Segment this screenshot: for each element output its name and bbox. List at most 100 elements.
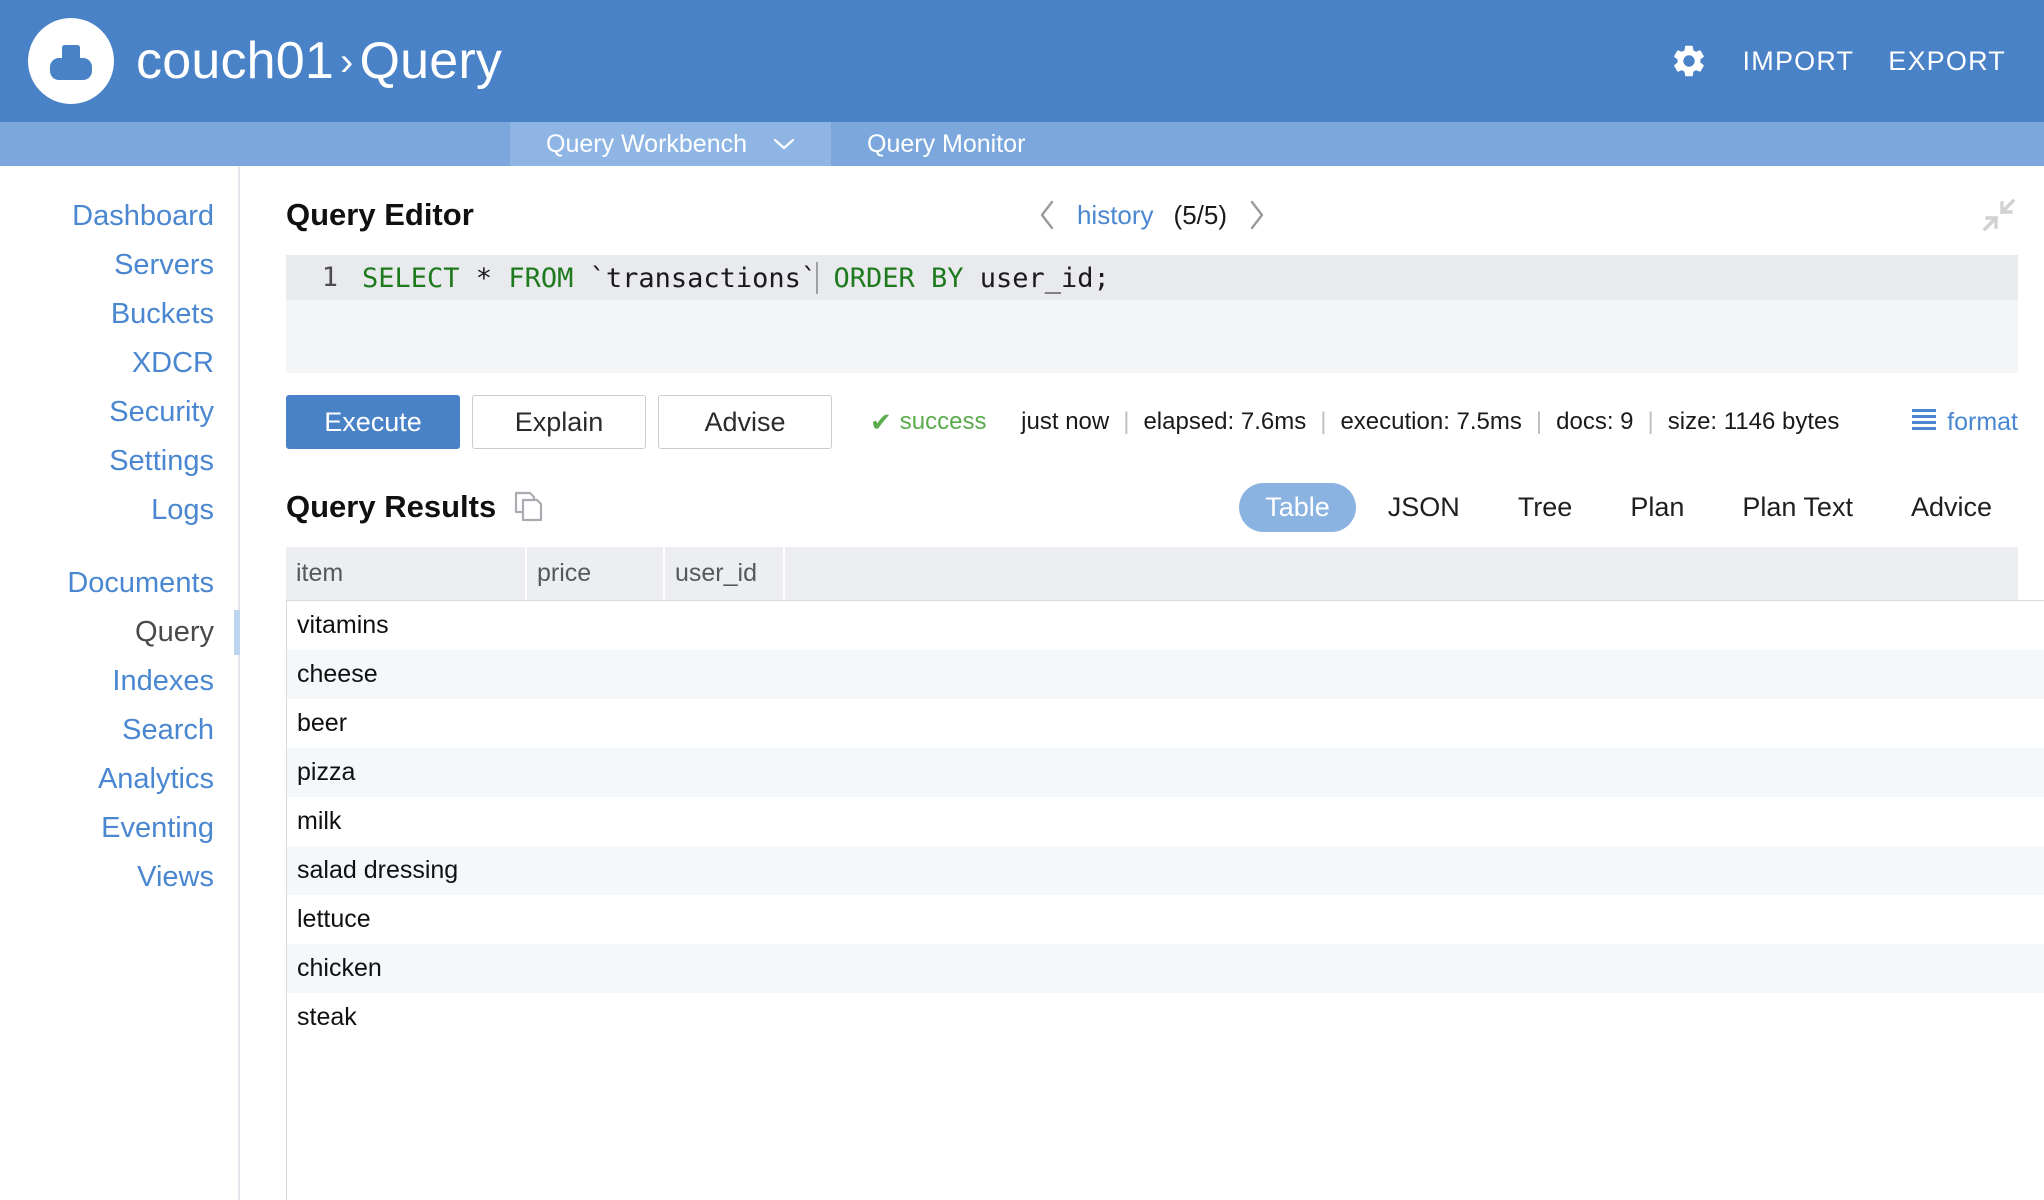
query-results-panel: item price user_id vitamins cheese beer … <box>286 547 2044 1200</box>
results-grid-host: vitamins 2.99 50 cheese 2.5 100 beer <box>286 600 2044 1200</box>
cell-item: milk <box>297 807 342 835</box>
sidebar-item-logs[interactable]: Logs <box>0 486 238 535</box>
collapse-arrows-icon[interactable] <box>1982 198 2016 232</box>
chevron-left-icon[interactable] <box>1037 199 1057 231</box>
column-header-user-id[interactable]: user_id <box>664 547 785 600</box>
sidebar: Dashboard Servers Buckets XDCR Security … <box>0 166 240 1200</box>
table-row[interactable]: pizza 12.53 100 <box>287 748 2044 797</box>
advise-button[interactable]: Advise <box>658 395 832 449</box>
format-button[interactable]: format <box>1911 408 2018 437</box>
sidebar-item-documents[interactable]: Documents <box>0 559 238 608</box>
header-actions: IMPORT EXPORT <box>1669 41 2006 81</box>
chevron-right-icon[interactable] <box>1247 199 1267 231</box>
tab-query-workbench[interactable]: Query Workbench <box>510 122 832 166</box>
tabstrip-spacer <box>0 122 510 166</box>
query-status-bar: ✔ success just now | elapsed: 7.6ms | ex… <box>870 407 2018 438</box>
result-tab-tree[interactable]: Tree <box>1492 483 1599 532</box>
cell-item: salad dressing <box>297 856 459 884</box>
sql-keyword-order-by: ORDER BY <box>833 262 964 294</box>
import-button[interactable]: IMPORT <box>1743 46 1855 77</box>
couchbase-logo-icon <box>28 18 114 104</box>
sidebar-item-indexes[interactable]: Indexes <box>0 657 238 706</box>
sidebar-item-xdcr[interactable]: XDCR <box>0 339 238 388</box>
brand[interactable]: couch01 › Query <box>28 18 502 104</box>
results-table: vitamins 2.99 50 cheese 2.5 100 beer <box>287 601 2044 1042</box>
sidebar-item-eventing[interactable]: Eventing <box>0 804 238 853</box>
table-row[interactable]: chicken 4.32 102 <box>287 944 2044 993</box>
column-header-empty <box>784 547 2018 600</box>
cell-item: beer <box>297 709 348 737</box>
cell-item: steak <box>297 1003 357 1031</box>
top-header-bar: couch01 › Query IMPORT EXPORT <box>0 0 2044 122</box>
chevron-down-icon[interactable] <box>773 137 795 151</box>
table-row[interactable]: cheese 2.5 100 <box>287 650 2044 699</box>
page-body: Dashboard Servers Buckets XDCR Security … <box>0 166 2044 1200</box>
status-spacer-0 <box>1001 408 1008 436</box>
status-timestamp: just now <box>1021 408 1110 435</box>
table-row[interactable]: milk 3.5 100 <box>287 797 2044 846</box>
tab-query-monitor[interactable]: Query Monitor <box>831 122 1061 166</box>
page-title: couch01 › Query <box>136 31 502 91</box>
table-row[interactable]: salad dressing 4.15 101 <box>287 846 2044 895</box>
sidebar-item-settings[interactable]: Settings <box>0 437 238 486</box>
explain-button[interactable]: Explain <box>472 395 646 449</box>
column-header-price[interactable]: price <box>526 547 665 600</box>
status-divider-4: | <box>1647 408 1654 435</box>
editor-active-line: 1 SELECT * FROM `transactions` ORDER BY … <box>286 255 2018 300</box>
export-button[interactable]: EXPORT <box>1888 46 2006 77</box>
table-row[interactable]: beer 7.89 100 <box>287 699 2044 748</box>
sidebar-group-divider <box>0 535 238 559</box>
sql-keyword-from: FROM <box>508 262 574 294</box>
result-tab-plan-text[interactable]: Plan Text <box>1716 483 1879 532</box>
sidebar-item-servers[interactable]: Servers <box>0 241 238 290</box>
query-results-header: Query Results Table JSON Tree Plan Plan … <box>286 482 2018 532</box>
sql-star: * <box>459 262 509 294</box>
status-elapsed: elapsed: 7.6ms <box>1143 408 1307 435</box>
status-divider-2: | <box>1320 408 1327 435</box>
format-label: format <box>1947 407 2018 436</box>
column-header-item[interactable]: item <box>286 547 527 600</box>
table-row[interactable]: steak 6.53 103 <box>287 993 2044 1042</box>
status-docs: docs: 9 <box>1556 408 1634 435</box>
table-header-row: item price user_id <box>286 547 2018 600</box>
copy-icon[interactable] <box>514 491 544 523</box>
sidebar-item-analytics[interactable]: Analytics <box>0 755 238 804</box>
main-content: Query Editor history (5/5) 1 SELECT * FR… <box>240 166 2044 1200</box>
query-editor-title: Query Editor <box>286 197 474 232</box>
status-size: size: 1146 bytes <box>1667 408 1840 435</box>
sidebar-item-search[interactable]: Search <box>0 706 238 755</box>
sidebar-item-security[interactable]: Security <box>0 388 238 437</box>
sidebar-item-query[interactable]: Query <box>0 608 240 657</box>
sidebar-item-buckets[interactable]: Buckets <box>0 290 238 339</box>
cell-item: chicken <box>297 954 382 982</box>
history-link[interactable]: history <box>1077 200 1154 231</box>
cluster-name: couch01 <box>136 32 334 90</box>
result-tab-table[interactable]: Table <box>1239 482 1356 532</box>
results-header-table: item price user_id <box>286 547 2018 600</box>
cell-item: pizza <box>297 758 356 786</box>
query-editor-input[interactable]: 1 SELECT * FROM `transactions` ORDER BY … <box>286 255 2018 373</box>
sidebar-item-dashboard[interactable]: Dashboard <box>0 192 238 241</box>
sql-identifier-transactions: `transactions` <box>573 262 818 294</box>
query-code: SELECT * FROM `transactions` ORDER BY us… <box>348 261 1110 294</box>
query-editor-header: Query Editor history (5/5) <box>286 192 2018 238</box>
query-results-title: Query Results <box>286 489 497 524</box>
table-row[interactable]: vitamins 2.99 50 <box>287 601 2044 650</box>
sql-space <box>817 263 833 294</box>
table-row[interactable]: lettuce 1.3 101 <box>287 895 2044 944</box>
format-lines-icon <box>1911 408 1937 437</box>
gear-icon[interactable] <box>1669 41 1709 81</box>
status-badge: success <box>899 408 987 435</box>
sidebar-item-views[interactable]: Views <box>0 853 238 902</box>
result-tab-plan[interactable]: Plan <box>1604 483 1710 532</box>
sql-column-user-id: user_id; <box>963 262 1110 294</box>
breadcrumb-separator: › <box>340 40 354 84</box>
line-number: 1 <box>321 262 338 293</box>
execute-button[interactable]: Execute <box>286 395 460 449</box>
result-tab-advice[interactable]: Advice <box>1885 483 2018 532</box>
result-view-tabs: Table JSON Tree Plan Plan Text Advice <box>1239 482 2018 532</box>
result-tab-json[interactable]: JSON <box>1362 483 1486 532</box>
check-icon: ✔ <box>870 406 892 437</box>
cell-item: vitamins <box>297 611 389 639</box>
status-divider-1: | <box>1123 408 1130 435</box>
